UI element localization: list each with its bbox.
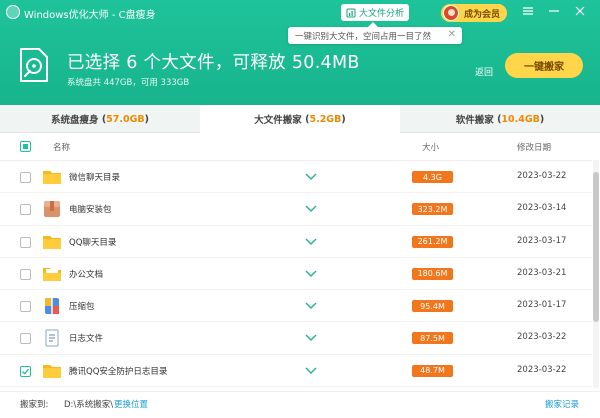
- table-scrollbar[interactable]: [593, 160, 599, 388]
- select-all-checkbox[interactable]: [20, 141, 31, 152]
- selection-summary: 已选择 6 个大文件，可释放 50.4MB: [67, 53, 360, 73]
- chevron-down-icon[interactable]: [304, 268, 318, 278]
- title-bar: Windows优化大师 - C盘瘦身 大文件分析 成为会员: [0, 0, 600, 26]
- folder-icon: [43, 235, 61, 249]
- tab-label: 大文件搬家: [254, 115, 302, 126]
- size-badge: 95.4M: [412, 300, 453, 313]
- table-row[interactable]: 腾讯QQ安全防护日志目录 48.7M 2023-03-22: [0, 355, 592, 388]
- table-header: 名称 大小 修改日期: [0, 133, 592, 161]
- file-name: 微信聊天目录: [69, 173, 121, 183]
- size-badge: 180.6M: [412, 267, 453, 280]
- tip-text: 一键识别大文件，空间占用一目了然: [295, 31, 432, 42]
- disk-icon: [20, 48, 48, 82]
- folder-icon: [43, 171, 61, 184]
- back-link[interactable]: 返回: [475, 65, 493, 78]
- package-icon: [44, 201, 60, 218]
- column-name-header: 名称: [53, 143, 71, 153]
- modified-date: 2023-03-21: [517, 267, 567, 278]
- close-icon[interactable]: [573, 4, 587, 18]
- table-row[interactable]: 电脑安装包 323.2M 2023-03-14: [0, 193, 592, 226]
- archive-icon: [45, 298, 59, 315]
- tab-size: 5.2GB: [309, 113, 342, 125]
- chevron-down-icon[interactable]: [304, 300, 318, 310]
- footer: 搬家到: D:\系统搬家\ 更换位置 搬家记录: [0, 391, 600, 418]
- checkmark-icon: [22, 368, 29, 375]
- destination-path: D:\系统搬家\: [64, 400, 114, 410]
- table-row[interactable]: QQ聊天目录 261.2M 2023-03-17: [0, 226, 592, 258]
- row-checkbox[interactable]: [20, 236, 31, 248]
- row-checkbox[interactable]: [20, 301, 31, 313]
- row-checkbox[interactable]: [20, 172, 31, 183]
- table-row[interactable]: 日志文件 87.5M 2023-03-22: [0, 322, 592, 355]
- file-name: 电脑安装包: [69, 205, 112, 216]
- tab-label: 系统盘瘦身: [51, 115, 99, 126]
- minimize-icon[interactable]: [547, 4, 561, 18]
- chevron-down-icon[interactable]: [304, 365, 318, 375]
- modified-date: 2023-01-17: [517, 300, 567, 311]
- row-checkbox[interactable]: [20, 268, 31, 280]
- move-record-link[interactable]: 搬家记录: [545, 398, 579, 410]
- tab-label: 软件搬家: [455, 115, 494, 126]
- modified-date: 2023-03-17: [517, 235, 567, 246]
- file-name: 腾讯QQ安全防护日志目录: [69, 366, 168, 377]
- modified-date: 2023-03-22: [517, 171, 567, 181]
- folder-icon: [43, 364, 61, 378]
- scrollbar-thumb[interactable]: [593, 172, 599, 322]
- chevron-down-icon[interactable]: [304, 332, 318, 342]
- header: Windows优化大师 - C盘瘦身 大文件分析 成为会员 一键识别大文件，空间…: [0, 0, 600, 105]
- modified-date: 2023-03-22: [517, 332, 567, 343]
- table-row[interactable]: 压缩包 95.4M 2023-01-17: [0, 290, 592, 323]
- chevron-down-icon[interactable]: [304, 236, 318, 246]
- chevron-down-icon[interactable]: [304, 171, 318, 181]
- file-table: 名称 大小 修改日期 微信聊天目录 4.3G 2023-03-22 电脑安装包 …: [0, 133, 592, 388]
- modified-date: 2023-03-22: [517, 364, 567, 375]
- large-file-analysis-button[interactable]: 大文件分析: [341, 4, 409, 21]
- disk-capacity-info: 系统盘共 447GB，可用 333GB: [67, 78, 190, 88]
- avatar: [443, 5, 459, 21]
- modified-date: 2023-03-14: [517, 203, 567, 214]
- app-logo-icon: [6, 5, 20, 19]
- one-click-move-button[interactable]: 一键搬家: [505, 53, 583, 78]
- tab-large-file-move[interactable]: 大文件搬家 (5.2GB): [200, 105, 400, 133]
- tab-software-move[interactable]: 软件搬家 (10.4GB): [400, 105, 600, 133]
- tab-size: 57.0GB: [106, 113, 145, 125]
- file-name: 日志文件: [69, 334, 104, 345]
- row-checkbox[interactable]: [20, 365, 31, 377]
- tab-size: 10.4GB: [501, 113, 540, 125]
- document-folder-icon: [43, 267, 61, 281]
- size-badge: 4.3G: [412, 171, 453, 183]
- tab-system-disk-slimming[interactable]: 系统盘瘦身 (57.0GB): [0, 105, 200, 133]
- window-title: Windows优化大师 - C盘瘦身: [24, 10, 156, 21]
- table-row[interactable]: 办公文档 180.6M 2023-03-21: [0, 258, 592, 291]
- tip-close-icon[interactable]: ✕: [448, 30, 456, 40]
- change-location-link[interactable]: 更换位置: [114, 398, 148, 410]
- file-name: 压缩包: [69, 302, 95, 313]
- become-member-button[interactable]: 成为会员: [441, 4, 507, 22]
- become-member-label: 成为会员: [464, 9, 501, 20]
- large-file-analysis-label: 大文件分析: [359, 9, 405, 19]
- column-size-header[interactable]: 大小: [422, 141, 439, 153]
- chevron-down-icon[interactable]: [304, 203, 318, 213]
- app-window: Windows优化大师 - C盘瘦身 大文件分析 成为会员 一键识别大文件，空间…: [0, 0, 600, 418]
- destination-label: 搬家到:: [20, 400, 49, 410]
- row-checkbox[interactable]: [20, 204, 31, 216]
- size-badge: 48.7M: [412, 364, 453, 377]
- size-badge: 261.2M: [412, 235, 453, 248]
- column-date-header[interactable]: 修改日期: [517, 141, 551, 153]
- log-file-icon: [45, 329, 59, 347]
- chart-icon: [346, 8, 356, 17]
- row-checkbox[interactable]: [20, 333, 31, 345]
- tab-bar: 系统盘瘦身 (57.0GB) 大文件搬家 (5.2GB) 软件搬家 (10.4G…: [0, 105, 600, 133]
- menu-icon[interactable]: [521, 4, 535, 18]
- file-name: 办公文档: [69, 269, 104, 280]
- size-badge: 87.5M: [412, 332, 453, 345]
- file-name: QQ聊天目录: [69, 237, 117, 248]
- table-row[interactable]: 微信聊天目录 4.3G 2023-03-22: [0, 161, 592, 194]
- tip-tooltip: 一键识别大文件，空间占用一目了然 ✕: [288, 22, 462, 44]
- size-badge: 323.2M: [412, 203, 453, 216]
